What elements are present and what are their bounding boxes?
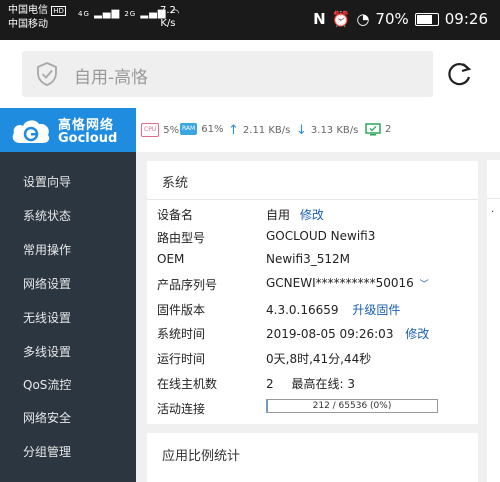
uptime-value: 0天,8时,41分,44秒 (266, 352, 372, 366)
reload-icon[interactable] (446, 60, 474, 88)
stats-bar: CPU 5% RAM 61% ↑ 2.11 KB/s ↓ 3.13 KB/s 2 (136, 108, 500, 152)
sidebar-item-multiline[interactable]: 多线设置 (23, 343, 71, 360)
address-text: 自用-高恪 (74, 68, 149, 88)
device-name-label: 设备名 (157, 208, 194, 222)
system-time-text: 2019-08-05 09:26:03 (266, 327, 394, 341)
signal-2-label: 2G (124, 10, 137, 18)
app-stats-panel-title: 应用比例统计 (162, 449, 241, 464)
system-time-value: 2019-08-05 09:26:03 修改 (266, 325, 429, 342)
sidebar-item-qos[interactable]: QoS流控 (23, 376, 71, 393)
battery-percent: 70% (375, 10, 409, 28)
shield-icon (37, 62, 57, 86)
system-panel-header: 系统 (147, 161, 478, 200)
sidebar-item-security[interactable]: 网络安全 (23, 409, 71, 426)
sidebar-item-system-status[interactable]: 系统状态 (23, 207, 71, 224)
online-hosts-label: 在线主机数 (157, 377, 218, 391)
serial-text: GCNEWI**********50016 (266, 276, 414, 290)
cpu-stat: CPU 5% (141, 123, 179, 137)
brand-logo[interactable]: 高恪网络 Gocloud (0, 108, 136, 152)
uptime-label: 运行时间 (157, 352, 206, 366)
edit-device-name-link[interactable]: 修改 (300, 208, 324, 222)
brand-name-en: Gocloud (58, 131, 118, 146)
system-panel: 系统 设备名 自用 修改 路由型号 GOCLOUD Newifi3 OEM Ne… (147, 161, 478, 424)
sidebar-item-network[interactable]: 网络设置 (23, 275, 71, 292)
upgrade-firmware-link[interactable]: 升级固件 (352, 303, 400, 317)
sidebar-item-wireless[interactable]: 无线设置 (23, 309, 71, 326)
system-panel-title: 系统 (162, 176, 189, 191)
online-hosts-value: 2 最高在线: 3 (266, 375, 355, 392)
signal-bars-icon: ▂▄▆ (94, 8, 121, 19)
right-panel-divider (487, 198, 500, 199)
download-value: 3.13 KB/s (310, 125, 359, 136)
speed-value: 7.2 (160, 5, 176, 16)
right-panel-partial: · (487, 160, 500, 482)
upload-value: 2.11 KB/s (242, 125, 291, 136)
nfc-icon: N (313, 10, 326, 28)
sidebar: 设置向导 系统状态 常用操作 网络设置 无线设置 多线设置 QoS流控 网络安全… (0, 152, 136, 482)
device-name-text: 自用 (266, 208, 291, 222)
router-model-label: 路由型号 (157, 231, 206, 245)
signal-1-label: 4G (78, 10, 90, 18)
ram-stat: RAM 61% (180, 123, 223, 135)
sidebar-item-setup-wizard[interactable]: 设置向导 (23, 173, 71, 190)
sidebar-item-groups[interactable]: 分组管理 (23, 443, 71, 460)
serial-value: GCNEWI**********50016 ﹀ (266, 276, 429, 290)
chevron-down-icon[interactable]: ﹀ (420, 280, 429, 290)
sidebar-item-common-ops[interactable]: 常用操作 (23, 241, 71, 258)
carrier-2: 中国移动 (8, 19, 48, 30)
cloud-logo-icon (12, 120, 50, 143)
firmware-label: 固件版本 (157, 303, 206, 317)
battery-icon (414, 12, 439, 26)
clock: 09:26 (444, 10, 488, 28)
network-speed: 7.2 K/s (160, 4, 176, 30)
oem-label: OEM (157, 252, 185, 266)
active-connections-label: 活动连接 (157, 402, 206, 416)
app-stats-panel: 应用比例统计 (147, 433, 478, 482)
max-online-value: 3 (347, 377, 355, 391)
carrier-1: 中国电信 (8, 5, 48, 16)
hd-badge: HD (51, 6, 66, 16)
status-right: N ⏰ ◔ 70% 09:26 (313, 10, 488, 28)
upload-stat: ↑ 2.11 KB/s (228, 123, 290, 138)
active-connections-text: 212 / 65536 (0%) (312, 401, 392, 411)
online-hosts-count: 2 (266, 377, 274, 391)
download-arrow-icon: ↓ (296, 123, 307, 138)
speed-unit: K/s (160, 18, 176, 29)
speed-meter-icon: ◔ (356, 10, 370, 28)
address-bar[interactable]: 自用-高恪 (22, 51, 433, 97)
cpu-icon: CPU (141, 123, 160, 137)
router-model-value: GOCLOUD Newifi3 (266, 229, 376, 243)
max-online-label: 最高在线: (291, 377, 344, 391)
right-panel-marker: · (491, 207, 495, 218)
status-bar: 中国电信 HD 中国移动 4G ▂▄▆ 2G ▂▄▆ ◠ 7.2 K/s N ⏰… (0, 0, 500, 40)
device-monitor-icon (365, 123, 381, 136)
edit-time-link[interactable]: 修改 (405, 327, 429, 341)
firmware-value: 4.3.0.16659 升级固件 (266, 301, 400, 318)
cpu-value: 5% (163, 124, 180, 136)
browser-bar: 自用-高恪 (0, 40, 500, 108)
active-connections-bar: 212 / 65536 (0%) (266, 399, 438, 413)
alarm-icon: ⏰ (331, 10, 351, 28)
upload-arrow-icon: ↑ (228, 123, 239, 138)
firmware-text: 4.3.0.16659 (266, 303, 339, 317)
carrier-info: 中国电信 HD 中国移动 (8, 4, 66, 31)
ram-icon: RAM (180, 123, 198, 135)
serial-label: 产品序列号 (157, 278, 218, 292)
system-time-label: 系统时间 (157, 327, 206, 341)
app-stats-panel-header: 应用比例统计 (147, 433, 478, 471)
devices-stat: 2 (365, 123, 391, 136)
ram-value: 61% (201, 123, 224, 135)
devices-value: 2 (385, 124, 392, 135)
device-name-value: 自用 修改 (266, 206, 324, 223)
download-stat: ↓ 3.13 KB/s (296, 123, 358, 138)
oem-value: Newifi3_512M (266, 252, 350, 266)
